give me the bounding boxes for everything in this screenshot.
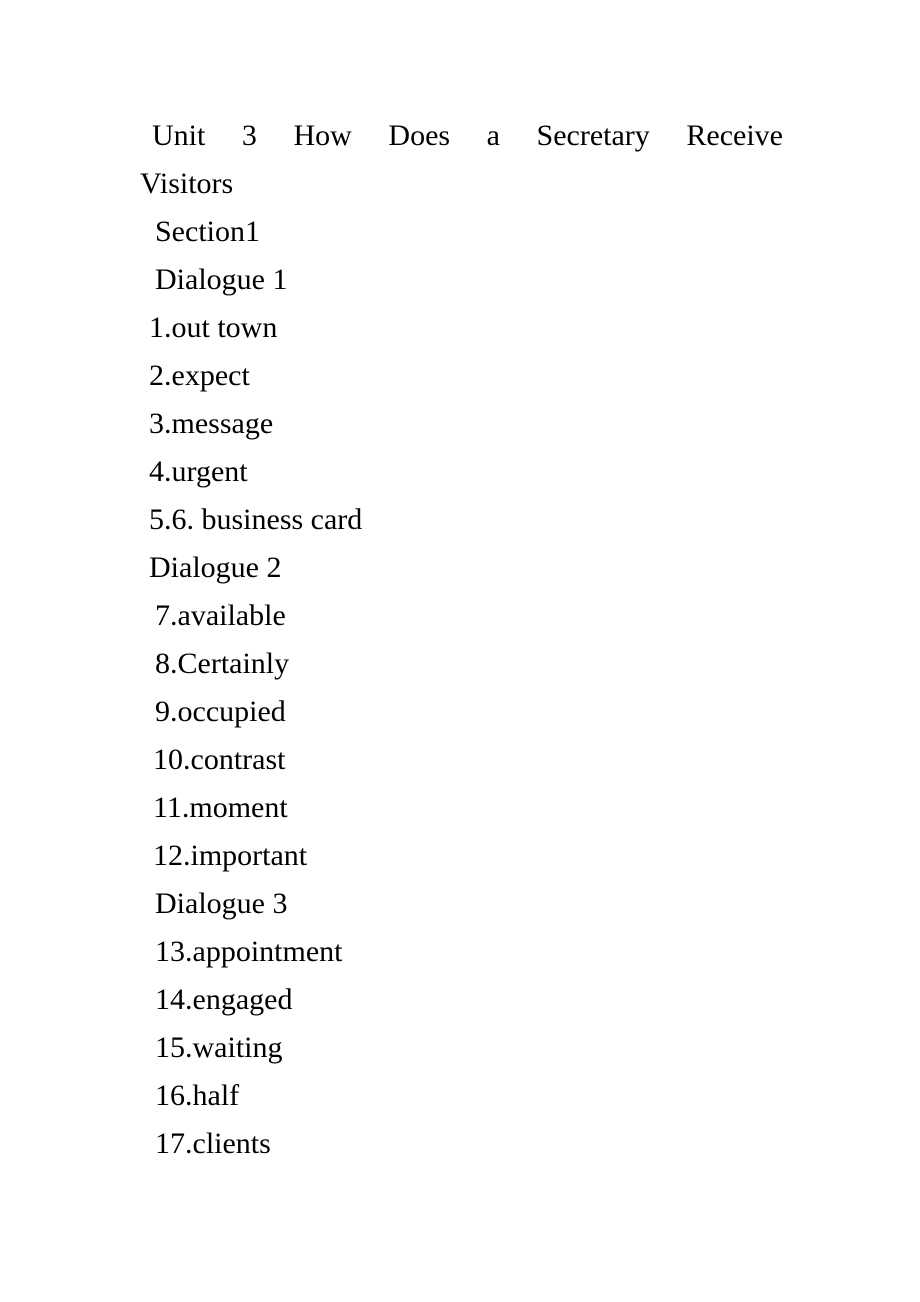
list-item: 5.6. business card xyxy=(149,503,363,536)
page-title-line-2: Visitors xyxy=(140,167,234,200)
list-item: 8.Certainly xyxy=(155,647,290,680)
document-page: Unit 3 How Does a Secretary Receive Visi… xyxy=(0,0,920,1302)
list-item: 17.clients xyxy=(155,1127,271,1160)
section-label: Section1 xyxy=(155,215,260,248)
list-item: 15.waiting xyxy=(155,1031,283,1064)
list-item: 11.moment xyxy=(153,791,288,824)
list-item: 10.contrast xyxy=(153,743,286,776)
list-item: 16.half xyxy=(155,1079,240,1112)
dialogue-2-heading: Dialogue 2 xyxy=(149,551,282,584)
list-item: 3.message xyxy=(149,407,274,440)
list-item: 1.out town xyxy=(149,311,278,344)
list-item: 14.engaged xyxy=(155,983,293,1016)
document-body: Unit 3 How Does a Secretary Receive Visi… xyxy=(140,112,790,1168)
list-item: 13.appointment xyxy=(155,935,343,968)
list-item: 2.expect xyxy=(149,359,250,392)
list-item: 7.available xyxy=(155,599,286,632)
list-item: 9.occupied xyxy=(155,695,286,728)
dialogue-1-heading: Dialogue 1 xyxy=(155,263,288,296)
page-title-line-1: Unit 3 How Does a Secretary Receive xyxy=(152,119,783,152)
page-title: Unit 3 How Does a Secretary Receive Visi… xyxy=(140,112,783,208)
list-item: 12.important xyxy=(153,839,308,872)
dialogue-3-heading: Dialogue 3 xyxy=(155,887,288,920)
list-item: 4.urgent xyxy=(149,455,248,488)
